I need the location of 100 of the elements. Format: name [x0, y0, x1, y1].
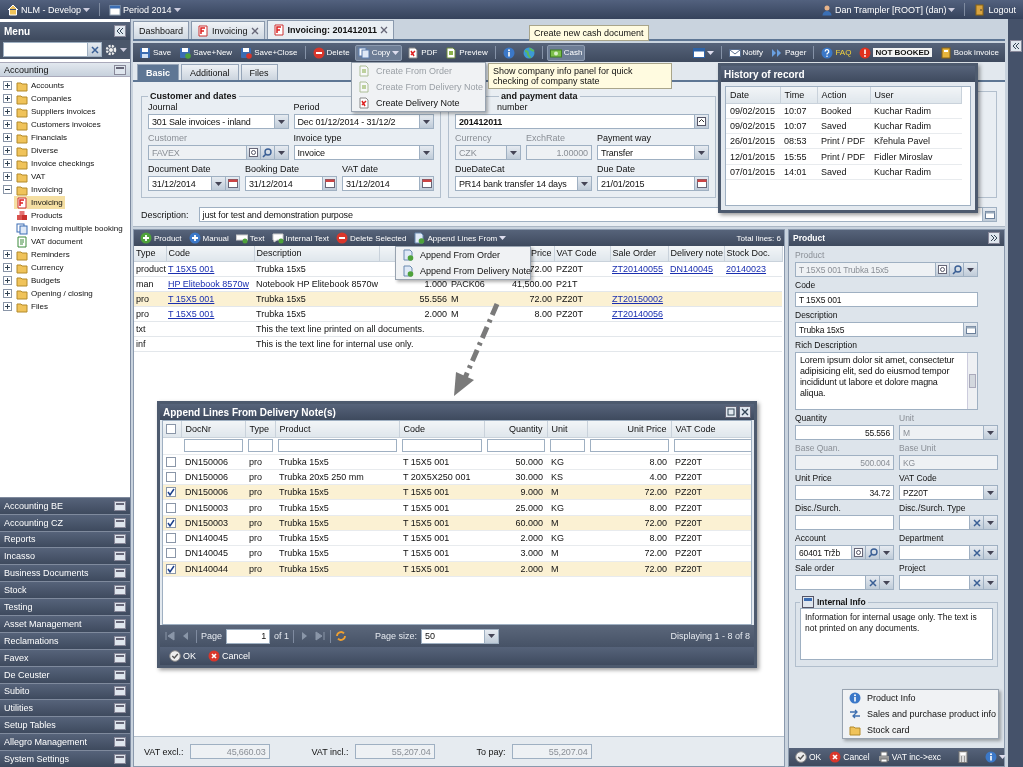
- tree-item[interactable]: Products: [14, 209, 65, 222]
- expand-toggle[interactable]: [3, 94, 12, 103]
- editor-button[interactable]: [982, 208, 996, 221]
- dialog-button[interactable]: Cancel: [205, 648, 254, 664]
- close-icon[interactable]: [380, 26, 389, 34]
- toolbar-button[interactable]: Manual: [185, 230, 232, 246]
- calendar-button[interactable]: [419, 177, 433, 190]
- menu-item[interactable]: Append From Delivery Note: [396, 263, 530, 279]
- combo-box[interactable]: PR14 bank transfer 14 days: [455, 176, 592, 191]
- editor-button[interactable]: [963, 323, 977, 336]
- text-field[interactable]: 201412011: [455, 114, 709, 129]
- accordion-header[interactable]: Testing: [0, 598, 130, 615]
- filter-field[interactable]: [247, 439, 273, 452]
- combo-box[interactable]: 301 Sale invoices - inland: [148, 114, 289, 129]
- filter-field[interactable]: [486, 439, 545, 452]
- link[interactable]: T 15X5 001: [168, 263, 215, 274]
- date-field[interactable]: 31/12/2014: [245, 176, 337, 191]
- toolbar-button[interactable]: Internal Text: [268, 230, 332, 246]
- period-menu-button[interactable]: Period 2014: [106, 1, 184, 18]
- expand-toggle[interactable]: [3, 159, 12, 168]
- checkbox[interactable]: [166, 423, 176, 434]
- toolbar-button[interactable]: Cash: [546, 44, 586, 61]
- lookup-field[interactable]: 60401 Tržb: [795, 545, 894, 560]
- tree-item[interactable]: VAT: [14, 170, 48, 183]
- checkbox[interactable]: [166, 517, 176, 528]
- checkbox[interactable]: [166, 487, 176, 498]
- number-field[interactable]: 34.72: [795, 485, 894, 500]
- column-header[interactable]: DocNr: [181, 421, 245, 437]
- dropdown-button[interactable]: [983, 546, 997, 559]
- column-header[interactable]: Quantity: [484, 421, 547, 437]
- combo-box[interactable]: Transfer: [596, 145, 709, 160]
- dropdown-button[interactable]: [983, 486, 997, 499]
- logout-button[interactable]: Logout: [971, 1, 1019, 18]
- link[interactable]: HP Elitebook 8570w: [168, 278, 249, 289]
- toolbar-button[interactable]: Cancel: [826, 749, 873, 765]
- expand-toggle[interactable]: [3, 185, 12, 194]
- column-header[interactable]: User: [870, 87, 962, 103]
- checkbox[interactable]: [166, 471, 176, 482]
- tab[interactable]: Files: [240, 64, 278, 80]
- accordion-header[interactable]: Utilities: [0, 699, 130, 717]
- expand-toggle[interactable]: [3, 146, 12, 155]
- column-header[interactable]: VAT Code: [671, 421, 751, 437]
- number-field[interactable]: 55.556: [795, 425, 894, 440]
- table-row[interactable]: txt This the text line printed on all documents.: [134, 321, 782, 336]
- column-header[interactable]: Stock Doc.: [724, 246, 782, 261]
- expand-toggle[interactable]: [3, 250, 12, 259]
- expand-toggle[interactable]: [3, 81, 12, 90]
- clear-button[interactable]: [969, 576, 983, 589]
- accordion-header[interactable]: Accounting: [0, 62, 130, 77]
- column-header[interactable]: Code: [399, 421, 484, 437]
- column-header[interactable]: Unit: [547, 421, 587, 437]
- toolbar-button[interactable]: PDF: [404, 44, 441, 61]
- menu-item[interactable]: Append From Order: [396, 247, 530, 263]
- date-field[interactable]: 31/12/2014: [342, 176, 434, 191]
- column-header[interactable]: Code: [166, 246, 254, 261]
- column-header[interactable]: Action: [817, 87, 870, 103]
- table-row[interactable]: inf This is the text line for internal use only.: [134, 336, 782, 351]
- close-icon[interactable]: [250, 26, 259, 35]
- tree-item[interactable]: Reminders: [14, 248, 72, 261]
- expand-toggle[interactable]: [3, 276, 12, 285]
- expand-toggle[interactable]: [3, 172, 12, 181]
- toolbar-button[interactable]: Copy: [354, 44, 403, 61]
- column-header[interactable]: Type: [134, 246, 166, 261]
- accordion-header[interactable]: Accounting BE: [0, 496, 130, 514]
- expand-toggle[interactable]: [3, 133, 12, 142]
- search-field[interactable]: [3, 42, 102, 57]
- column-header[interactable]: Sale Order: [610, 246, 668, 261]
- checkbox[interactable]: [166, 563, 176, 574]
- tree-item[interactable]: Accounts: [14, 79, 66, 92]
- tab[interactable]: Basic: [137, 64, 180, 80]
- expand-toggle[interactable]: [3, 289, 12, 298]
- tree-item[interactable]: Invoicing: [14, 196, 65, 209]
- toolbar-button[interactable]: FAQ: [818, 44, 855, 61]
- accordion-header[interactable]: Allegro Management: [0, 733, 130, 751]
- checkbox[interactable]: [166, 548, 176, 559]
- dropdown-button[interactable]: [484, 629, 499, 643]
- expand-toggle[interactable]: [3, 263, 12, 272]
- tree-item[interactable]: Suppliers invoices: [14, 105, 98, 118]
- date-field[interactable]: 21/01/2015: [596, 176, 709, 191]
- text-area[interactable]: Lorem ipsum dolor sit amet, consectetur adipisicing elit, sed do eiusmod tempor incididunt ut labore et dolore magna aliqua.: [795, 352, 978, 410]
- text-area[interactable]: Information for internal usage only. The text is not printed on any documents.: [800, 608, 993, 660]
- menu-item[interactable]: Product Info: [843, 690, 998, 706]
- tree-item[interactable]: Invoicing multiple booking: [14, 222, 125, 235]
- toolbar-button[interactable]: Pager: [768, 44, 810, 61]
- clear-button[interactable]: [969, 516, 983, 529]
- dropdown-button[interactable]: [879, 546, 893, 559]
- toolbar-button[interactable]: NOT BOOKED: [856, 44, 935, 61]
- clear-button[interactable]: [87, 43, 101, 56]
- menu-item[interactable]: Stock card: [843, 722, 998, 738]
- toolbar-button[interactable]: Delete: [309, 44, 353, 61]
- text-field[interactable]: T 15X5 001: [795, 292, 978, 307]
- filter-field[interactable]: [401, 439, 482, 452]
- toolbar-button[interactable]: OK: [792, 749, 825, 765]
- toolbar-button[interactable]: Preview: [442, 44, 491, 61]
- link[interactable]: T 15X5 001: [168, 308, 215, 319]
- expand-toggle[interactable]: [3, 120, 12, 129]
- checkbox[interactable]: [166, 502, 176, 513]
- tab[interactable]: Invoicing: [191, 21, 265, 39]
- dropdown-button[interactable]: [576, 177, 591, 190]
- toolbar-button[interactable]: Save+Close: [237, 44, 301, 61]
